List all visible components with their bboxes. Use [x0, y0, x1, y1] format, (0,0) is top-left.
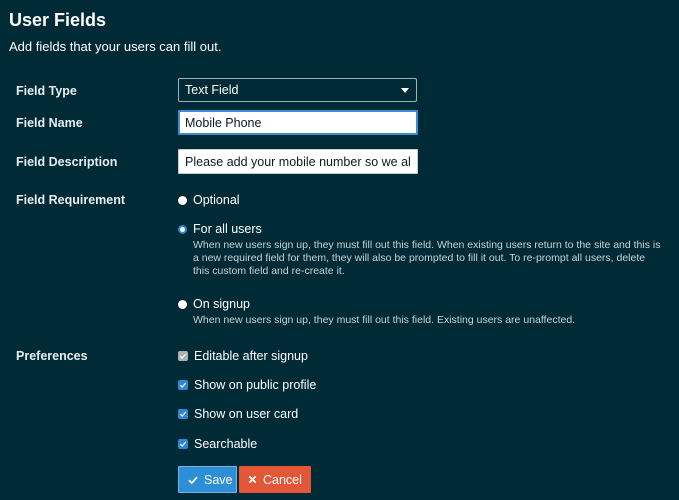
field-type-label: Field Type: [16, 84, 77, 98]
checkbox-checked-icon[interactable]: [178, 409, 188, 419]
radio-on-signup-description: When new users sign up, they must fill o…: [193, 314, 576, 326]
preferences-label: Preferences: [16, 349, 88, 363]
checkbox-show-on-public-profile[interactable]: Show on public profile: [178, 377, 316, 393]
checkbox-checked-icon[interactable]: [178, 439, 188, 449]
cancel-button[interactable]: Cancel: [239, 466, 311, 493]
checkbox-checked-icon[interactable]: [178, 380, 188, 390]
radio-optional[interactable]: Optional: [178, 192, 240, 208]
radio-for-all-users-label: For all users: [193, 222, 262, 236]
checkbox-show-on-user-card[interactable]: Show on user card: [178, 406, 298, 422]
page-title: User Fields: [9, 10, 107, 30]
radio-button-icon[interactable]: [178, 299, 187, 309]
show-on-public-profile-label: Show on public profile: [194, 378, 317, 392]
close-icon: [248, 475, 257, 484]
checkbox-searchable[interactable]: Searchable: [178, 436, 257, 452]
checkbox-checked-icon: [178, 351, 188, 361]
editable-after-signup-label: Editable after signup: [194, 349, 308, 363]
show-on-user-card-label: Show on user card: [194, 407, 299, 421]
field-type-select[interactable]: Text Field: [178, 78, 417, 102]
radio-for-all-users[interactable]: For all users: [178, 221, 262, 237]
field-name-input[interactable]: [178, 110, 418, 135]
radio-on-signup-label: On signup: [193, 297, 250, 311]
page-subtitle: Add fields that your users can fill out.: [9, 39, 222, 54]
radio-for-all-users-description: When new users sign up, they must fill o…: [193, 239, 661, 277]
cancel-button-label: Cancel: [263, 472, 302, 487]
radio-button-icon[interactable]: [178, 195, 187, 205]
searchable-label: Searchable: [194, 437, 258, 451]
field-requirement-label: Field Requirement: [16, 193, 126, 207]
save-button-label: Save: [204, 472, 233, 487]
field-type-selected-value: Text Field: [185, 83, 239, 97]
save-button[interactable]: Save: [178, 466, 237, 493]
caret-down-icon: [401, 88, 409, 93]
radio-button-selected-icon[interactable]: [178, 224, 187, 234]
check-icon: [188, 475, 198, 485]
checkbox-editable-after-signup: Editable after signup: [178, 348, 308, 364]
field-description-input[interactable]: [178, 149, 418, 174]
field-name-label: Field Name: [16, 116, 83, 130]
radio-on-signup[interactable]: On signup: [178, 296, 250, 312]
field-description-label: Field Description: [16, 155, 118, 169]
radio-optional-label: Optional: [193, 193, 240, 207]
